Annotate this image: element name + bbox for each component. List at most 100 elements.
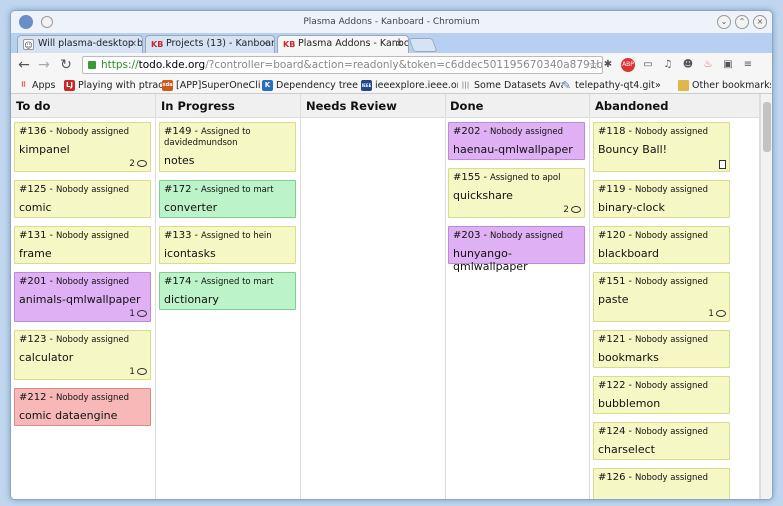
task-card[interactable]: #212 - Nobody assigned comic dataengine — [14, 388, 151, 426]
cast-icon[interactable]: ▭ — [641, 58, 655, 72]
bookmark-ptrace[interactable]: LJ Playing with ptrace, — [63, 78, 173, 93]
task-title[interactable]: bookmarks — [598, 351, 725, 364]
task-card[interactable]: #123 - Nobody assigned calculator 1 — [14, 330, 151, 380]
task-id-link[interactable]: #125 — [19, 184, 46, 195]
puzzle-extension-icon[interactable]: ✱ — [601, 58, 615, 72]
tab-reddit[interactable]: ☺ Will plasma-desktop be × — [17, 35, 143, 53]
reload-icon[interactable]: ↻ — [57, 56, 75, 74]
page-scrollbar[interactable] — [760, 94, 772, 499]
task-card[interactable]: #124 - Nobody assigned charselect — [593, 422, 730, 460]
task-title[interactable]: animals-qmlwallpaper — [19, 293, 146, 306]
comment-count[interactable]: 1 — [708, 309, 726, 319]
task-id-link[interactable]: #203 — [453, 230, 480, 241]
task-card[interactable]: #118 - Nobody assigned Bouncy Ball! — [593, 122, 730, 172]
task-card[interactable]: #155 - Assigned to apol quickshare 2 — [448, 168, 585, 218]
task-card[interactable]: #136 - Nobody assigned kimpanel 2 — [14, 122, 151, 172]
description-icon[interactable] — [719, 160, 726, 169]
task-title[interactable]: frame — [19, 247, 146, 260]
task-title[interactable]: icontasks — [164, 247, 291, 260]
maximize-button[interactable]: ⌃ — [735, 15, 749, 29]
task-card[interactable]: #122 - Nobody assigned bubblemon — [593, 376, 730, 414]
minimize-button[interactable]: ⌄ — [717, 15, 731, 29]
task-id-link[interactable]: #121 — [598, 334, 625, 345]
split-view-icon[interactable]: ▣ — [721, 58, 735, 72]
task-card[interactable]: #174 - Assigned to mart dictionary — [159, 272, 296, 310]
task-id-link[interactable]: #126 — [598, 472, 625, 483]
task-title[interactable]: binary-clock — [598, 201, 725, 214]
tab-projects[interactable]: KB Projects (13) - Kanboard × — [145, 35, 275, 53]
task-title[interactable]: bubblemon — [598, 397, 725, 410]
task-id-link[interactable]: #123 — [19, 334, 46, 345]
task-title[interactable]: Bouncy Ball! — [598, 143, 725, 156]
task-id-link[interactable]: #119 — [598, 184, 625, 195]
task-card[interactable]: #133 - Assigned to hein icontasks — [159, 226, 296, 264]
task-id-link[interactable]: #172 — [164, 184, 191, 195]
face-icon[interactable]: ☻ — [681, 58, 695, 72]
task-title[interactable]: kimpanel — [19, 143, 146, 156]
address-bar[interactable]: https://todo.kde.org/?controller=board&a… — [82, 56, 603, 74]
task-title[interactable]: comic dataengine — [19, 409, 146, 422]
task-card[interactable]: #151 - Nobody assigned paste 1 — [593, 272, 730, 322]
task-card[interactable]: #120 - Nobody assigned blackboard — [593, 226, 730, 264]
task-id-link[interactable]: #118 — [598, 126, 625, 137]
bookmark-star-icon[interactable]: ☆ — [588, 57, 599, 73]
task-id-link[interactable]: #201 — [19, 276, 46, 287]
task-card[interactable]: #131 - Nobody assigned frame — [14, 226, 151, 264]
task-title[interactable]: hunyango-qmlwallpaper — [453, 247, 580, 273]
task-title[interactable]: dictionary — [164, 293, 291, 306]
tab-plasma-addons[interactable]: KB Plasma Addons - Kanbo × — [277, 35, 409, 53]
bookmarks-overflow-button[interactable]: » — [651, 78, 671, 93]
task-card[interactable]: #202 - Nobody assigned haenau-qmlwallpape… — [448, 122, 585, 160]
comment-count[interactable]: 1 — [129, 309, 147, 319]
close-tab-icon[interactable]: × — [129, 36, 137, 52]
task-id-link[interactable]: #202 — [453, 126, 480, 137]
task-id-link[interactable]: #131 — [19, 230, 46, 241]
task-title[interactable]: paste — [598, 293, 725, 306]
scrollbar-thumb[interactable] — [763, 102, 771, 152]
comment-count[interactable]: 2 — [563, 205, 581, 215]
adblock-icon[interactable]: ABP — [621, 58, 635, 72]
close-tab-icon[interactable]: × — [261, 36, 269, 52]
task-id-link[interactable]: #151 — [598, 276, 625, 287]
task-title[interactable]: quickshare — [453, 189, 580, 202]
task-title[interactable]: blackboard — [598, 247, 725, 260]
bookmark-dependency-tree[interactable]: KDependency tree for — [261, 78, 359, 93]
back-arrow-icon[interactable]: ← — [15, 56, 33, 74]
task-title[interactable]: comic — [19, 201, 146, 214]
task-card[interactable]: #121 - Nobody assigned bookmarks — [593, 330, 730, 368]
bookmark-datasets[interactable]: ||| Some Datasets Avail — [459, 78, 563, 93]
task-title[interactable]: charselect — [598, 443, 725, 456]
task-card[interactable]: #172 - Assigned to mart converter — [159, 180, 296, 218]
new-tab-button[interactable] — [408, 38, 438, 52]
headphones-icon[interactable]: ♫ — [661, 58, 675, 72]
close-tab-icon[interactable]: × — [395, 36, 403, 52]
bookmark-telepathy[interactable]: ✎telepathy-qt4.git - a — [560, 78, 658, 93]
task-card[interactable]: #125 - Nobody assigned comic — [14, 180, 151, 218]
forward-arrow-icon[interactable]: → — [35, 56, 53, 74]
task-id-link[interactable]: #124 — [598, 426, 625, 437]
task-title[interactable]: calculator — [19, 351, 146, 364]
task-id-link[interactable]: #174 — [164, 276, 191, 287]
bookmark-other[interactable]: Other bookmarks — [677, 78, 771, 93]
task-id-link[interactable]: #120 — [598, 230, 625, 241]
comment-count[interactable]: 1 — [129, 367, 147, 377]
bookmark-superoneclick[interactable]: xda[APP]SuperOneClick — [161, 78, 261, 93]
bookmark-ieeexplore[interactable]: IEEEieeexplore.ieee.org/ — [360, 78, 458, 93]
bookmark-apps[interactable]: ⠿ Apps — [17, 78, 61, 93]
task-card[interactable]: #203 - Nobody assigned hunyango-qmlwallpa… — [448, 226, 585, 273]
task-id-link[interactable]: #212 — [19, 392, 46, 403]
menu-icon[interactable]: ≡ — [741, 58, 755, 72]
task-card[interactable]: #126 - Nobody assigned — [593, 468, 730, 499]
task-id-link[interactable]: #149 — [164, 126, 191, 137]
task-title[interactable]: notes — [164, 154, 291, 167]
task-id-link[interactable]: #122 — [598, 380, 625, 391]
task-card[interactable]: #149 - Assigned to davidedmundson notes — [159, 122, 296, 172]
close-window-button[interactable]: × — [753, 15, 767, 29]
task-id-link[interactable]: #133 — [164, 230, 191, 241]
fire-icon[interactable]: ♨ — [701, 58, 715, 72]
task-id-link[interactable]: #136 — [19, 126, 46, 137]
comment-count[interactable]: 2 — [129, 159, 147, 169]
task-id-link[interactable]: #155 — [453, 172, 480, 183]
task-card[interactable]: #201 - Nobody assigned animals-qmlwallpap… — [14, 272, 151, 322]
task-title[interactable]: converter — [164, 201, 291, 214]
